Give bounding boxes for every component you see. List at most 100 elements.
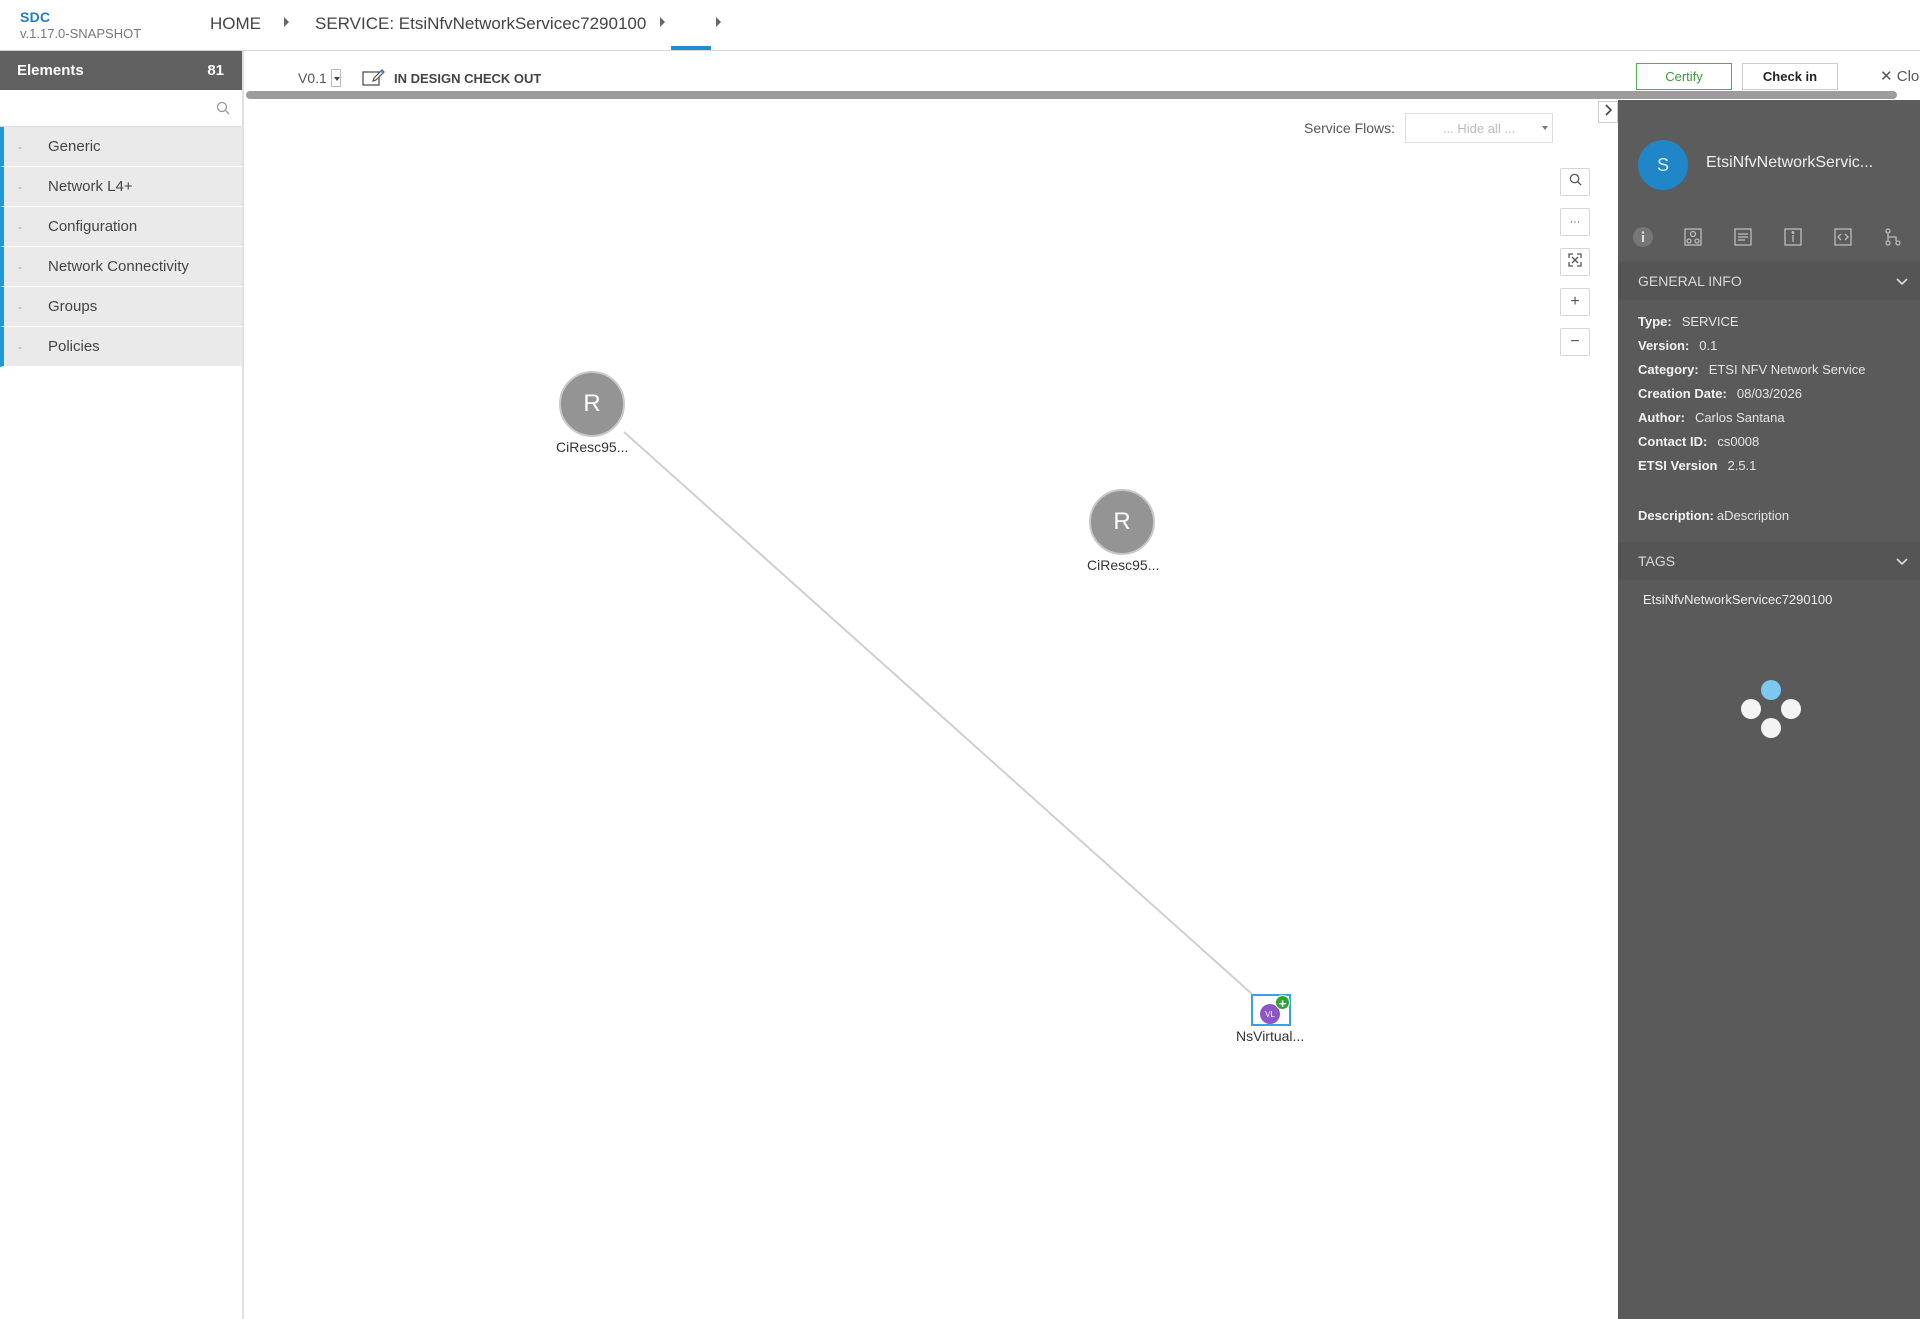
- zoom-out-button[interactable]: −: [1560, 328, 1590, 356]
- field-value: Carlos Santana: [1694, 410, 1785, 425]
- minus-icon: −: [1570, 333, 1580, 350]
- more-icon: ···: [1569, 216, 1581, 228]
- field-key: ETSI Version: [1638, 458, 1718, 473]
- palette-category-label: Network Connectivity: [48, 258, 189, 275]
- close-icon: ✕: [1880, 68, 1893, 85]
- plus-icon: +: [1570, 293, 1580, 310]
- chevron-right-icon: [1604, 103, 1613, 121]
- palette-category-network-connectivity[interactable]: - Network Connectivity: [0, 247, 242, 287]
- node-letter: R: [583, 390, 601, 417]
- field-key: Author:: [1638, 410, 1685, 425]
- tab-deployment-artifacts[interactable]: [1668, 220, 1718, 258]
- breadcrumb-separator-icon[interactable]: [660, 17, 665, 27]
- chevron-down-icon: [1896, 553, 1908, 569]
- node-label[interactable]: NsVirtual...: [1236, 1028, 1304, 1044]
- breadcrumb-active-indicator: [671, 46, 711, 50]
- tab-api[interactable]: [1818, 220, 1868, 258]
- zoom-search-button[interactable]: [1560, 168, 1590, 196]
- collapse-dash: -: [18, 139, 22, 154]
- node-letter: R: [1113, 508, 1131, 535]
- fit-to-screen-button[interactable]: [1560, 248, 1590, 276]
- palette-category-network-l4[interactable]: - Network L4+: [0, 167, 242, 207]
- palette-search-input[interactable]: [0, 90, 242, 126]
- component-node[interactable]: R: [1089, 489, 1155, 555]
- service-flows-value: ... Hide all ...: [1442, 120, 1516, 136]
- tab-properties[interactable]: [1768, 220, 1818, 258]
- field-key: Contact ID:: [1638, 434, 1708, 449]
- workspace-toolbar: V0.1 IN DESIGN CHECK OUT Certify Check i…: [246, 51, 1920, 91]
- properties-icon: [1783, 227, 1803, 252]
- lifecycle-status: IN DESIGN CHECK OUT: [362, 68, 541, 89]
- tags-section-header[interactable]: TAGS: [1618, 542, 1920, 580]
- palette-header: Elements 81: [0, 51, 242, 90]
- search-icon[interactable]: [216, 101, 230, 120]
- details-tabs: [1618, 220, 1920, 258]
- version-value: V0.1: [298, 70, 327, 86]
- certify-button[interactable]: Certify: [1636, 63, 1732, 90]
- general-info-section-header[interactable]: GENERAL INFO: [1618, 262, 1920, 300]
- collapse-dash: -: [18, 299, 22, 314]
- more-options-button[interactable]: ···: [1560, 208, 1590, 236]
- checkout-status-icon: [362, 68, 386, 89]
- breadcrumb-service[interactable]: SERVICE: EtsiNfvNetworkServicec7290100: [315, 14, 646, 34]
- field-category: Category: ETSI NFV Network Service: [1638, 358, 1865, 382]
- palette-category-groups[interactable]: - Groups: [0, 287, 242, 327]
- node-label[interactable]: CiResc95...: [556, 439, 628, 455]
- tag-item: EtsiNfvNetworkServicec7290100: [1643, 592, 1833, 607]
- app-brand: SDC: [20, 9, 51, 25]
- field-contact-id: Contact ID: cs0008: [1638, 430, 1865, 454]
- canvas-links: [623, 431, 1253, 995]
- elements-palette: Elements 81 - Generic - Network L4+ - Confi…: [0, 51, 244, 1319]
- horizontal-scrollbar[interactable]: [246, 91, 1897, 99]
- palette-category-configuration[interactable]: - Configuration: [0, 207, 242, 247]
- hierarchy-icon: [1883, 227, 1903, 252]
- field-author: Author: Carlos Santana: [1638, 406, 1865, 430]
- chevron-down-icon: [1896, 273, 1908, 289]
- add-connection-icon[interactable]: +: [1275, 995, 1290, 1011]
- component-node[interactable]: R: [559, 371, 625, 437]
- field-etsi-version: ETSI Version 2.5.1: [1638, 454, 1865, 478]
- collapse-dash: -: [18, 219, 22, 234]
- tab-general-info[interactable]: [1618, 220, 1668, 258]
- search-icon: [1569, 173, 1582, 191]
- palette-category-policies[interactable]: - Policies: [0, 327, 242, 367]
- general-info-fields: Type: SERVICE Version: 0.1 Category: ETSI N…: [1638, 310, 1865, 528]
- chevron-down-icon[interactable]: [330, 69, 341, 87]
- collapse-panel-button[interactable]: [1598, 101, 1618, 123]
- virtual-link-node[interactable]: VL +: [1251, 994, 1291, 1026]
- breadcrumb-home[interactable]: HOME: [210, 14, 261, 34]
- palette-category-generic[interactable]: - Generic: [0, 127, 242, 167]
- field-value: ETSI NFV Network Service: [1708, 362, 1866, 377]
- service-title: EtsiNfvNetworkServic...: [1706, 154, 1874, 171]
- tab-information-artifacts[interactable]: [1718, 220, 1768, 258]
- composition-canvas[interactable]: Service Flows: ... Hide all ... ··· + − …: [246, 100, 1618, 1319]
- field-key: Description:: [1638, 508, 1714, 523]
- app-logo[interactable]: SDC v.1.17.0-SNAPSHOT: [20, 9, 141, 41]
- checkin-button[interactable]: Check in: [1742, 63, 1838, 90]
- field-value: cs0008: [1717, 434, 1760, 449]
- breadcrumb-separator-icon[interactable]: [284, 17, 289, 27]
- info-icon: [1632, 226, 1654, 253]
- document-icon: [1733, 227, 1753, 252]
- node-label[interactable]: CiResc95...: [1087, 557, 1159, 573]
- collapse-dash: -: [18, 259, 22, 274]
- field-description: Description: aDescription: [1638, 504, 1865, 528]
- close-button[interactable]: ✕ Clo: [1880, 67, 1919, 85]
- field-type: Type: SERVICE: [1638, 310, 1865, 334]
- field-value: 2.5.1: [1727, 458, 1757, 473]
- breadcrumb-separator-icon[interactable]: [716, 17, 721, 27]
- tab-composition[interactable]: [1868, 220, 1918, 258]
- service-avatar: S: [1638, 140, 1688, 190]
- palette-category-label: Groups: [48, 298, 98, 315]
- service-flows-dropdown[interactable]: ... Hide all ...: [1405, 113, 1554, 143]
- zoom-in-button[interactable]: +: [1560, 288, 1590, 316]
- version-select[interactable]: V0.1: [298, 69, 341, 87]
- relation-link[interactable]: [623, 431, 1253, 995]
- field-key: Creation Date:: [1638, 386, 1727, 401]
- service-flows-label: Service Flows:: [1304, 120, 1396, 136]
- field-key: Category:: [1638, 362, 1699, 377]
- palette-count: 81: [207, 62, 224, 79]
- field-value: 08/03/2026: [1736, 386, 1802, 401]
- app-version: v.1.17.0-SNAPSHOT: [20, 26, 142, 41]
- field-version: Version: 0.1: [1638, 334, 1865, 358]
